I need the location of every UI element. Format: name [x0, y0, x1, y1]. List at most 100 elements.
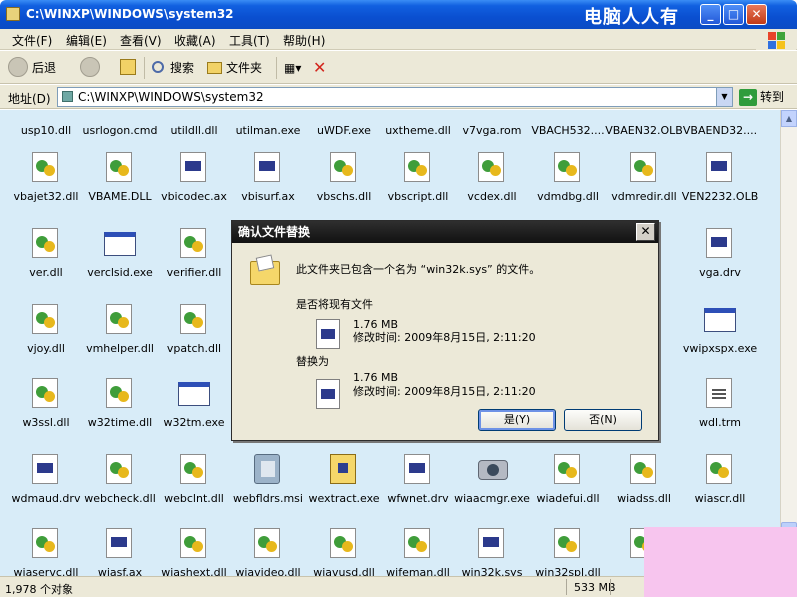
file-item[interactable]: wfwnet.drv: [380, 446, 456, 518]
file-item[interactable]: win32k.sys: [454, 520, 530, 576]
file-item[interactable]: verclsid.exe: [82, 220, 158, 292]
file-item[interactable]: w3ssl.dll: [8, 370, 84, 442]
views-button[interactable]: ▦▾: [284, 57, 310, 79]
file-item[interactable]: vbicodec.ax: [156, 144, 232, 216]
menu-edit[interactable]: 编辑(E): [66, 32, 107, 49]
back-button[interactable]: 后退: [8, 57, 68, 79]
status-divider: [566, 579, 567, 595]
vertical-scrollbar[interactable]: ▲ ▼: [780, 110, 797, 576]
file-name: uWDF.exe: [317, 124, 371, 137]
file-msi-icon: [254, 454, 280, 484]
file-item[interactable]: vwipxspx.exe: [682, 296, 758, 368]
file-name: VBAEN32.OLB: [605, 124, 683, 137]
file-dll-icon: [180, 228, 206, 258]
file-dll-icon: [32, 228, 58, 258]
file-dll-icon: [106, 378, 132, 408]
file-item[interactable]: wiadss.dll: [606, 446, 682, 518]
yes-button[interactable]: 是(Y): [478, 409, 556, 431]
file-item[interactable]: verifier.dll: [156, 220, 232, 292]
menu-view[interactable]: 查看(V): [120, 32, 162, 49]
file-item[interactable]: wdl.trm: [682, 370, 758, 442]
file-item[interactable]: vbajet32.dll: [8, 144, 84, 216]
file-name: uxtheme.dll: [385, 124, 451, 137]
file-name: VBAEND32....: [682, 124, 758, 137]
file-item[interactable]: VBAME.DLL: [82, 144, 158, 216]
file-item[interactable]: wiashext.dll: [156, 520, 232, 576]
file-item[interactable]: webcheck.dll: [82, 446, 158, 518]
file-item[interactable]: wiascr.dll: [682, 446, 758, 518]
file-name: VEN2232.OLB: [681, 190, 759, 203]
file-item[interactable]: vpatch.dll: [156, 296, 232, 368]
forward-arrow-icon: [80, 57, 100, 77]
file-drv-icon: [32, 454, 58, 484]
file-item[interactable]: wiasf.ax: [82, 520, 158, 576]
dialog-question: 是否将现有文件: [296, 298, 373, 311]
go-button[interactable]: → 转到: [739, 88, 784, 106]
file-name: vbicodec.ax: [161, 190, 227, 203]
file-item[interactable]: vdmredir.dll: [606, 144, 682, 216]
up-folder-button[interactable]: [120, 57, 138, 79]
file-name: vga.drv: [699, 266, 741, 279]
file-item[interactable]: wiaservc.dll: [8, 520, 84, 576]
file-name: VBAME.DLL: [88, 190, 152, 203]
file-dll-icon: [478, 152, 504, 182]
folders-button[interactable]: 文件夹: [207, 57, 269, 79]
file-item[interactable]: w32time.dll: [82, 370, 158, 442]
file-item[interactable]: vbisurf.ax: [230, 144, 306, 216]
file-item[interactable]: wiavideo.dll: [230, 520, 306, 576]
no-button[interactable]: 否(N): [564, 409, 642, 431]
dialog-title-bar[interactable]: 确认文件替换: [232, 221, 658, 243]
file-item[interactable]: vga.drv: [682, 220, 758, 292]
file-item[interactable]: wifeman.dll: [380, 520, 456, 576]
file-item[interactable]: VEN2232.OLB: [682, 144, 758, 216]
close-button[interactable]: ✕: [746, 4, 767, 25]
file-item[interactable]: vcdex.dll: [454, 144, 530, 216]
menu-help[interactable]: 帮助(H): [283, 32, 325, 49]
file-item[interactable]: ver.dll: [8, 220, 84, 292]
existing-file-modified: 修改时间: 2009年8月15日, 2:11:20: [353, 331, 536, 344]
file-item[interactable]: w32tm.exe: [156, 370, 232, 442]
file-item[interactable]: vbschs.dll: [306, 144, 382, 216]
file-item[interactable]: wiadefui.dll: [530, 446, 606, 518]
menu-bar: 文件(F) 编辑(E) 查看(V) 收藏(A) 工具(T) 帮助(H): [0, 29, 797, 50]
address-label: 地址(D): [8, 92, 51, 106]
folder-icon: [207, 62, 222, 74]
forward-button[interactable]: [80, 57, 110, 79]
up-folder-icon: [120, 59, 136, 75]
file-item[interactable]: vdmdbg.dll: [530, 144, 606, 216]
file-drv-icon: [706, 228, 732, 258]
watermark-text: 电脑人人有: [584, 7, 679, 28]
chevron-down-icon[interactable]: ▼: [716, 88, 732, 106]
file-dll-icon: [32, 304, 58, 334]
address-bar: 地址(D) C:\WINXP\WINDOWS\system32 ▼ → 转到: [0, 85, 797, 109]
file-name: wiaacmgr.exe: [454, 492, 530, 505]
scroll-up-icon[interactable]: ▲: [781, 110, 797, 127]
file-item[interactable]: wextract.exe: [306, 446, 382, 518]
menu-tools[interactable]: 工具(T): [229, 32, 270, 49]
file-item[interactable]: vbscript.dll: [380, 144, 456, 216]
file-item[interactable]: wiavusd.dll: [306, 520, 382, 576]
file-item[interactable]: wiaacmgr.exe: [454, 446, 530, 518]
file-dll-icon: [330, 528, 356, 558]
file-name: vwipxspx.exe: [682, 342, 758, 355]
address-input[interactable]: C:\WINXP\WINDOWS\system32 ▼: [57, 87, 733, 107]
file-item[interactable]: wdmaud.drv: [8, 446, 84, 518]
delete-button[interactable]: ✕: [313, 57, 331, 79]
go-label: 转到: [760, 90, 785, 104]
file-dll-icon: [106, 152, 132, 182]
maximize-button[interactable]: □: [723, 4, 744, 25]
minimize-button[interactable]: _: [700, 4, 721, 25]
file-item[interactable]: webclnt.dll: [156, 446, 232, 518]
file-name: wiaservc.dll: [13, 566, 79, 576]
menu-file[interactable]: 文件(F): [12, 32, 52, 49]
window-title-bar[interactable]: C:\WINXP\WINDOWS\system32 电脑人人有 _ □ ✕: [0, 0, 797, 29]
dialog-close-button[interactable]: ✕: [636, 223, 655, 241]
menu-favorites[interactable]: 收藏(A): [174, 32, 216, 49]
existing-file-icon: [316, 319, 340, 349]
file-item[interactable]: webfldrs.msi: [230, 446, 306, 518]
file-name: vdmredir.dll: [611, 190, 677, 203]
file-item[interactable]: vjoy.dll: [8, 296, 84, 368]
file-item[interactable]: vmhelper.dll: [82, 296, 158, 368]
search-button[interactable]: 搜索: [152, 57, 202, 79]
file-item[interactable]: win32spl.dll: [530, 520, 606, 576]
